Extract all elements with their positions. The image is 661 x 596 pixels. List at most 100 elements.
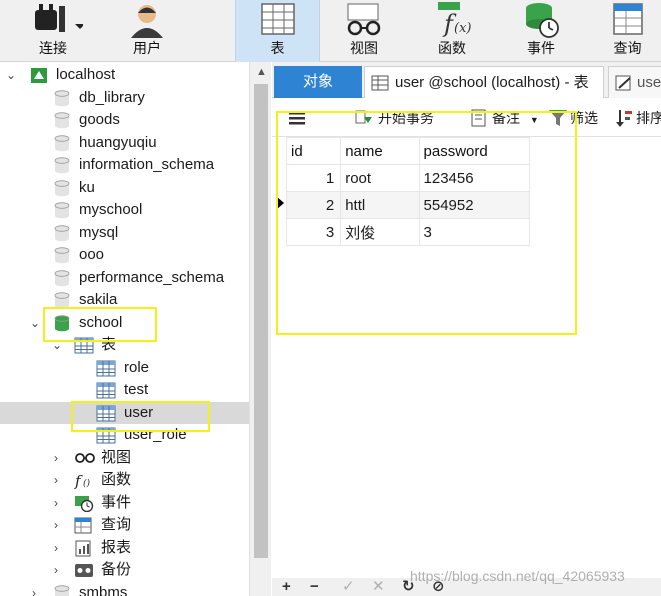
chevron-right-icon[interactable]: › [54,559,58,581]
column-header-id[interactable]: id [285,137,342,165]
apply-check-icon[interactable]: ✓ [342,579,355,594]
table-row[interactable]: 1 root 123456 [285,164,531,192]
view-button[interactable]: 视图 [328,0,400,62]
chevron-right-icon[interactable]: › [32,582,36,596]
tree-item-table[interactable]: user [0,401,249,424]
sort-button[interactable]: 排序 [614,107,661,129]
cell-name[interactable]: root [340,164,420,192]
tab-bar: 对象 user @school (localhost) - 表 use [272,62,661,98]
tree-item-database[interactable]: db_library [0,87,249,109]
tab-user-partial[interactable]: use [608,66,661,98]
cell-name[interactable]: 刘俊 [340,218,420,246]
table-icon [371,75,389,91]
tree-item-school-label: school [79,313,123,331]
table-toolbar: 开始事务 备注 ▼ 筛选 排序 [272,99,661,137]
add-record-icon[interactable]: + [282,579,291,594]
tree-item-database[interactable]: information_schema [0,154,249,176]
tab-objects-label: 对象 [302,73,333,90]
tree-scrollbar[interactable]: ▲ [249,62,271,596]
dropdown-arrow-icon[interactable]: ▼ [530,115,539,125]
tree-item-database[interactable]: ooo [0,244,249,266]
table-edit-icon [615,75,631,91]
cell-password[interactable]: 3 [418,218,531,246]
hamburger-icon [289,112,305,125]
tree-item-database[interactable]: goods [0,109,249,131]
column-header-name[interactable]: name [340,137,420,165]
tree-item-group[interactable]: › 备份 [0,559,249,581]
tree-item-school[interactable]: ⌄ school [0,312,249,334]
tab-objects[interactable]: 对象 [274,66,362,98]
cell-password[interactable]: 123456 [418,164,531,192]
chevron-right-icon[interactable]: › [54,492,58,514]
discard-x-icon[interactable]: ✕ [372,579,385,594]
chevron-right-icon[interactable]: › [54,447,58,469]
tab-user-table[interactable]: user @school (localhost) - 表 [364,66,604,98]
table-label: 表 [270,40,285,56]
table-row[interactable]: 3 刘俊 3 [285,218,531,246]
tree-item-group[interactable]: › f() 函数 [0,469,249,491]
cell-id[interactable]: 2 [285,191,342,219]
table-row[interactable]: 2 httl 554952 [285,191,531,219]
tree-item-database[interactable]: sakila [0,289,249,311]
tree-item-database-label: information_schema [79,156,215,173]
chevron-right-icon[interactable]: › [54,469,58,491]
column-header-password[interactable]: password [418,137,531,165]
tree-item-tables-label: 表 [101,336,117,353]
tree-item-database[interactable]: › smbms [0,582,249,596]
tree-item-group[interactable]: › 查询 [0,514,249,536]
cell-password[interactable]: 554952 [418,191,531,219]
delete-record-icon[interactable]: − [310,579,319,594]
tree-item-table[interactable]: user_role [0,424,249,446]
scrollbar-thumb[interactable] [254,84,268,558]
tree-item-table[interactable]: role [0,357,249,379]
tree-item-group[interactable]: › 事件 [0,492,249,514]
tree-item-database-label: performance_schema [79,268,225,286]
tree-item-localhost[interactable]: ⌄ localhost [0,64,249,86]
chevron-down-icon[interactable]: ⌄ [6,64,16,86]
cell-id[interactable]: 3 [285,218,342,246]
grid-header-row: id name password [285,137,531,165]
event-button[interactable]: 事件 [505,0,577,62]
table-button[interactable]: 表 [235,0,320,62]
notes-icon [471,109,486,127]
function-button[interactable]: f (x) 函数 [416,0,488,62]
watermark-text: https://blog.csdn.net/qq_42065933 [410,568,625,584]
chevron-down-icon[interactable]: ⌄ [52,334,62,356]
tree-item-database-label: huangyuqiu [79,133,157,151]
begin-transaction-button[interactable]: 开始事务 [354,107,434,129]
chevron-right-icon[interactable]: › [54,514,58,536]
tree-item-group-label: 视图 [101,448,132,466]
event-clock-icon [526,3,559,38]
cell-id[interactable]: 1 [285,164,342,192]
tree-item-group[interactable]: › 报表 [0,537,249,559]
tree-item-database-label: ku [79,178,95,196]
scroll-up-icon[interactable]: ▲ [256,66,267,78]
tab-user-partial-label: use [637,74,661,91]
cell-name[interactable]: httl [340,191,420,219]
tree-item-database-label: ooo [79,246,105,263]
database-icon [54,584,70,596]
tree-item-group[interactable]: › 视图 [0,447,249,469]
tree-item-table[interactable]: test [0,379,249,401]
view-label: 视图 [350,40,378,56]
tree-item-database[interactable]: myschool [0,199,249,221]
filter-button[interactable]: 筛选 [548,107,598,129]
tree-item-database-label: db_library [79,88,145,106]
connect-button[interactable]: 连接 [18,0,88,62]
menu-button[interactable] [288,107,306,129]
tree-item-database[interactable]: huangyuqiu [0,132,249,154]
sort-label: 排序 [636,110,661,126]
query-button[interactable]: 查询 [594,0,661,62]
tree-item-group-label: 查询 [101,516,132,533]
tree-item-localhost-label: localhost [56,66,116,83]
tree-item-table-label: test [124,381,149,398]
tree-item-database[interactable]: mysql [0,222,249,244]
user-button[interactable]: 用户 [112,0,182,62]
chevron-right-icon[interactable]: › [54,537,58,559]
tree-item-database[interactable]: ku [0,177,249,199]
notes-button[interactable]: 备注 ▼ [470,107,539,129]
chevron-down-icon[interactable]: ⌄ [30,312,40,334]
tree-item-database[interactable]: performance_schema [0,267,249,289]
tree-item-tables[interactable]: ⌄ 表 [0,334,249,356]
begin-transaction-label: 开始事务 [378,110,434,126]
